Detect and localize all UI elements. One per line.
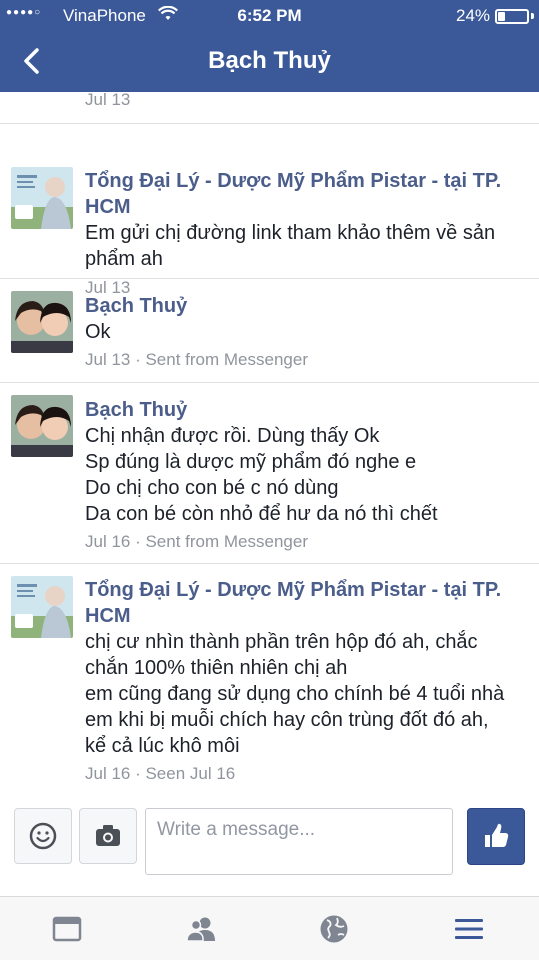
message-meta: Jul 13: [85, 92, 131, 109]
tab-friends[interactable]: [185, 913, 217, 945]
message-line: chắn 100% thiên nhiên chị ah: [85, 657, 348, 679]
nav-bar: Bạch Thuỷ: [0, 32, 539, 92]
bach-thuy-avatar-image: [11, 395, 73, 457]
globe-icon: [320, 915, 348, 943]
message-body: Ok: [85, 319, 519, 345]
message-line: Chị nhận được rồi. Dùng thấy Ok: [85, 425, 380, 447]
message-item: Tổng Đại Lý - Dược Mỹ Phẩm Pistar - tại …: [0, 564, 539, 800]
avatar[interactable]: [11, 291, 73, 353]
friends-icon: [186, 917, 215, 942]
like-button[interactable]: [467, 808, 525, 865]
camera-icon: [96, 825, 120, 846]
battery-icon: [495, 9, 529, 24]
message-line: Ok: [85, 321, 111, 343]
pistar-avatar-image: [11, 576, 73, 638]
message-body: Chị nhận được rồi. Dùng thấy Ok Sp đúng …: [85, 423, 519, 527]
pistar-avatar-image: [11, 167, 73, 229]
message-item: Tổng Đại Lý - Dược Mỹ Phẩm Pistar - tại …: [0, 124, 539, 297]
message-line: kể cả lúc khô môi: [85, 735, 240, 757]
battery-level: [498, 12, 505, 21]
sender-name[interactable]: Tổng Đại Lý - Dược Mỹ Phẩm Pistar - tại …: [85, 168, 519, 220]
tab-news-feed[interactable]: [51, 913, 83, 945]
message-composer: Write a message...: [0, 800, 539, 896]
bach-thuy-avatar-image: [11, 291, 73, 353]
message-body: chị cư nhìn thành phần trên hộp đó ah, c…: [85, 629, 519, 759]
tab-notifications[interactable]: [318, 913, 350, 945]
sender-name[interactable]: Bạch Thuỷ: [85, 397, 519, 423]
message-meta: Jul 16 · Seen Jul 16: [85, 764, 236, 783]
status-bar: ●●●●○ VinaPhone 6:52 PM 24%: [0, 0, 539, 32]
message-line: Da con bé còn nhỏ để hư da nó thì chết: [85, 503, 438, 525]
tab-more[interactable]: [453, 913, 485, 945]
message-line: phẩm ah: [85, 248, 163, 270]
message-line: Sp đúng là dược mỹ phẩm đó nghe e: [85, 451, 417, 473]
previous-message: Jul 13: [0, 92, 539, 124]
avatar[interactable]: [11, 167, 73, 229]
menu-icon: [455, 919, 483, 939]
message-line: em khi bị muỗi chích hay côn trùng đốt đ…: [85, 709, 489, 731]
message-line: chị cư nhìn thành phần trên hộp đó ah, c…: [85, 631, 478, 653]
tab-bar: [0, 896, 539, 960]
avatar[interactable]: [11, 395, 73, 457]
battery-percent: 24%: [456, 6, 491, 25]
thumbs-up-icon: [485, 823, 509, 847]
message-line: Em gửi chị đường link tham khảo thêm về …: [85, 222, 496, 244]
camera-button[interactable]: [79, 808, 137, 864]
smiley-icon: [29, 822, 57, 850]
message-body: Em gửi chị đường link tham khảo thêm về …: [85, 220, 519, 272]
message-line: em cũng đang sử dụng cho chính bé 4 tuổi…: [85, 683, 505, 705]
message-item: Bạch Thuỷ Ok Jul 13 · Sent from Messenge…: [0, 279, 539, 383]
app-header: ●●●●○ VinaPhone 6:52 PM 24% Bạch Thuỷ: [0, 0, 539, 92]
message-line: Do chị cho con bé c nó dùng: [85, 477, 339, 499]
message-item: Bạch Thuỷ Chị nhận được rồi. Dùng thấy O…: [0, 383, 539, 564]
sender-name[interactable]: Bạch Thuỷ: [85, 293, 519, 319]
conversation-title: Bạch Thuỷ: [208, 47, 331, 74]
message-input[interactable]: Write a message...: [145, 808, 453, 875]
news-feed-icon: [52, 916, 82, 942]
message-thread[interactable]: Jul 13 Tổng Đại Lý - Dược Mỹ Phẩm Pistar…: [0, 92, 539, 800]
message-meta: Jul 16 · Sent from Messenger: [85, 532, 308, 551]
message-meta: Jul 13 · Sent from Messenger: [85, 350, 308, 369]
battery-tip: [531, 13, 534, 19]
avatar[interactable]: [11, 576, 73, 638]
sender-name[interactable]: Tổng Đại Lý - Dược Mỹ Phẩm Pistar - tại …: [85, 577, 519, 629]
emoji-button[interactable]: [14, 808, 72, 864]
